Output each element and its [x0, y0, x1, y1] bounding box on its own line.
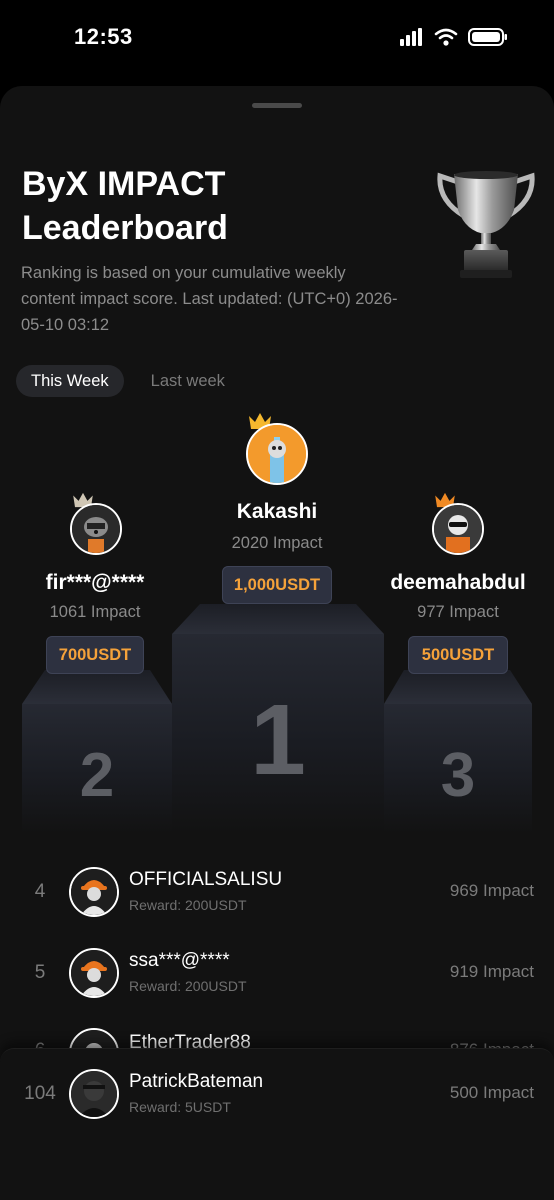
- list-item-rank: 5: [34, 962, 46, 983]
- list-item-rank: 4: [34, 881, 46, 902]
- podium-first-rank: 1: [250, 684, 306, 796]
- list-item-name: OFFICIALSALISU: [129, 869, 283, 890]
- list-item-impact: 919 Impact: [449, 962, 534, 981]
- list-item-impact: 969 Impact: [449, 881, 534, 900]
- my-avatar-image: [71, 1071, 117, 1117]
- podium-second-name: fir***@****: [45, 571, 145, 594]
- podium-third-impact: 977 Impact: [417, 603, 499, 621]
- avatar-first[interactable]: [246, 423, 308, 485]
- list-item-name: ssa***@****: [129, 950, 230, 971]
- podium-third-top: [384, 670, 532, 704]
- avatar-image: [71, 950, 117, 996]
- my-avatar: [69, 1069, 119, 1119]
- avatar: [69, 948, 119, 998]
- avatar-third[interactable]: [432, 503, 484, 555]
- my-rank-panel: 104 PatrickBateman Reward: 5USDT 500 Imp…: [0, 1048, 554, 1200]
- my-rank-impact: 500 Impact: [449, 1083, 534, 1102]
- list-item[interactable]: 5 ssa***@**** Reward: 200USDT 919 Impact: [0, 948, 554, 1008]
- podium-third-reward: 500USDT: [408, 636, 508, 674]
- list-item[interactable]: 4 OFFICIALSALISU Reward: 200USDT 969 Imp…: [0, 867, 554, 927]
- podium-first-reward: 1,000USDT: [222, 566, 332, 604]
- podium-third-rank: 3: [440, 741, 476, 810]
- podium-second-rank: 2: [79, 741, 115, 810]
- my-rank-name: PatrickBateman: [129, 1071, 264, 1092]
- avatar-third-image: [434, 505, 482, 553]
- podium-first-impact: 2020 Impact: [231, 534, 323, 552]
- list-item-reward: Reward: 200USDT: [129, 978, 247, 994]
- avatar-first-image: [248, 425, 306, 483]
- podium: Kakashi 2020 Impact 1,000USDT 1 fir***@*…: [0, 0, 554, 850]
- list-item-reward: Reward: 200USDT: [129, 897, 247, 913]
- podium-second-top: [22, 670, 172, 704]
- podium-third-name: deemahabdul: [390, 571, 526, 594]
- podium-second-impact: 1061 Impact: [49, 603, 141, 621]
- avatar-second[interactable]: [70, 503, 122, 555]
- my-rank-reward: Reward: 5USDT: [129, 1099, 231, 1115]
- avatar-image: [71, 869, 117, 915]
- my-rank-number: 104: [24, 1083, 56, 1104]
- podium-first-top: [172, 604, 384, 634]
- avatar: [69, 867, 119, 917]
- avatar-second-image: [72, 505, 120, 553]
- podium-second-reward: 700USDT: [46, 636, 144, 674]
- podium-first-name: Kakashi: [236, 500, 318, 523]
- my-rank-row[interactable]: 104 PatrickBateman Reward: 5USDT 500 Imp…: [0, 1069, 554, 1129]
